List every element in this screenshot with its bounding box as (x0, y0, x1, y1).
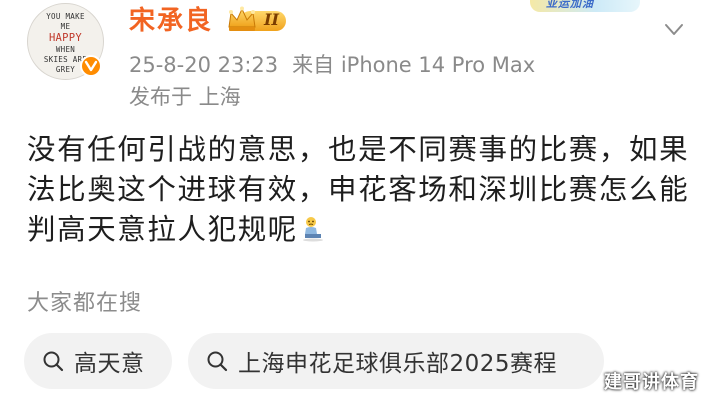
sitting-person-emoji-icon (302, 217, 323, 242)
avatar-text-line: ME (60, 22, 71, 31)
verified-badge-icon (80, 55, 102, 77)
more-options-button[interactable] (657, 12, 691, 46)
crown-icon (228, 6, 286, 31)
post-content-text: 判高天意拉人犯规呢 (27, 213, 298, 246)
vip-level-label: II (264, 10, 279, 29)
avatar-text-line: WHEN (55, 45, 76, 54)
post-meta: 25-8-20 23:23 来自 iPhone 14 Pro Max (129, 51, 535, 79)
search-icon (43, 351, 64, 372)
post-date: 25-8-20 23:23 (129, 53, 279, 77)
verified-v-icon (84, 60, 98, 72)
post-location: 发布于 上海 (129, 85, 241, 109)
chevron-down-icon (665, 24, 683, 35)
post-source: 来自 iPhone 14 Pro Max (292, 53, 536, 77)
trending-chip[interactable]: 上海申花足球俱乐部2025赛程 (188, 333, 604, 389)
post-content-line: 判高天意拉人犯规呢 (27, 210, 697, 250)
trending-chip[interactable]: 高天意 (24, 333, 172, 389)
post-content: 没有任何引战的意思，也是不同赛事的比赛，如果 法比奥这个进球有效，申花客场和深圳… (27, 130, 697, 250)
avatar-text-line: YOU MAKE (46, 12, 85, 21)
post-content-line: 没有任何引战的意思，也是不同赛事的比赛，如果 (27, 133, 690, 166)
search-icon (207, 351, 228, 372)
trending-title: 大家都在搜 (27, 291, 143, 316)
event-banner[interactable]: 亚运加油 (530, 0, 640, 12)
trending-chip-label: 上海申花足球俱乐部2025赛程 (238, 351, 558, 377)
vip-crown-badge[interactable]: II (226, 5, 290, 35)
avatar-text-line: HAPPY (48, 32, 83, 44)
post-content-line: 法比奥这个进球有效，申花客场和深圳比赛怎么能 (27, 170, 697, 210)
post-content-text: 法比奥这个进球有效，申花客场和深圳比赛怎么能 (27, 173, 690, 206)
trending-chip-label: 高天意 (74, 351, 145, 377)
event-banner-text: 亚运加油 (546, 0, 594, 10)
watermark: 建哥讲体育 (604, 372, 699, 393)
user-name[interactable]: 宋承良 (129, 6, 213, 36)
